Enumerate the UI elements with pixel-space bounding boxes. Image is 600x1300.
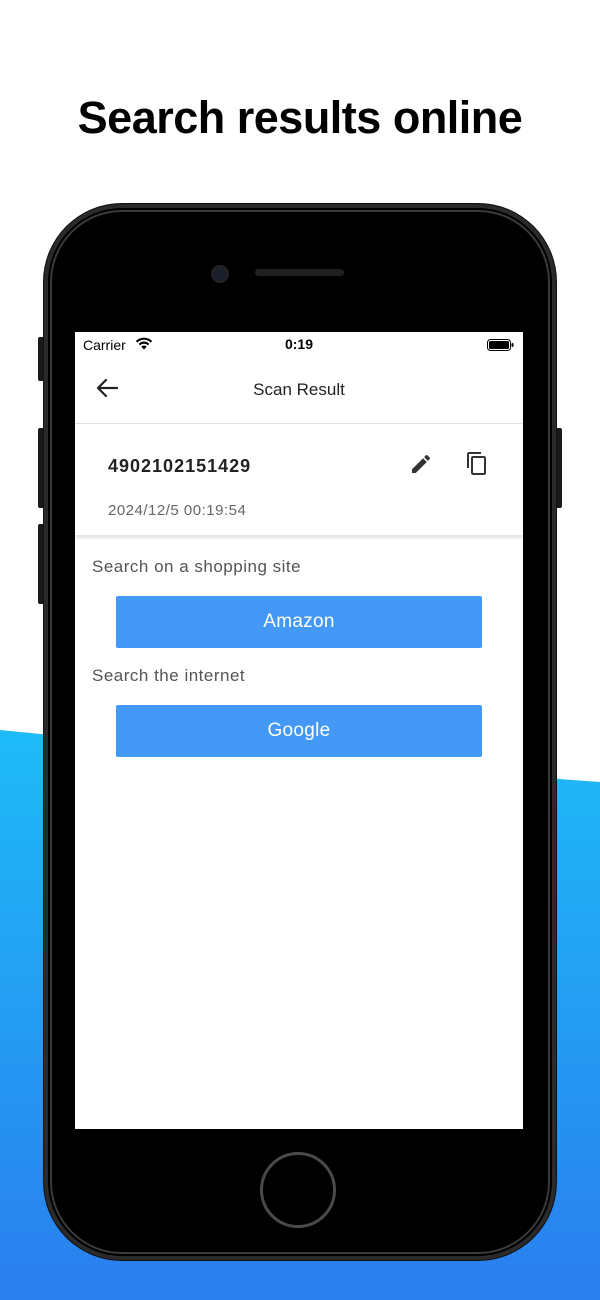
home-button[interactable] [260,1152,336,1228]
edit-button[interactable] [403,448,439,484]
barcode-value: 4902102151429 [108,456,252,476]
pencil-icon [409,452,433,481]
status-bar: Carrier 0:19 [75,332,523,356]
amazon-search-button[interactable]: Amazon [116,596,482,648]
headline: Search results online [77,92,523,143]
app-bar: Scan Result [75,356,523,424]
front-camera [211,265,229,283]
status-time: 0:19 [284,336,314,352]
google-search-button[interactable]: Google [116,705,482,757]
battery-icon [487,338,514,354]
copy-icon [465,451,489,482]
page-title: Scan Result [253,380,345,399]
phone-screen: Carrier 0:19 Scan Result 4902102151429 2… [75,332,523,1129]
shopping-section-label: Search on a shopping site [92,557,302,576]
internet-section-label: Search the internet [92,666,246,685]
copy-button[interactable] [459,448,495,484]
phone-frame: Carrier 0:19 Scan Result 4902102151429 2… [44,204,556,1260]
earpiece-speaker [255,269,344,276]
scan-timestamp: 2024/12/5 00:19:54 [108,502,247,519]
scan-result-card: 4902102151429 2024/12/5 00:19:54 [75,424,523,536]
